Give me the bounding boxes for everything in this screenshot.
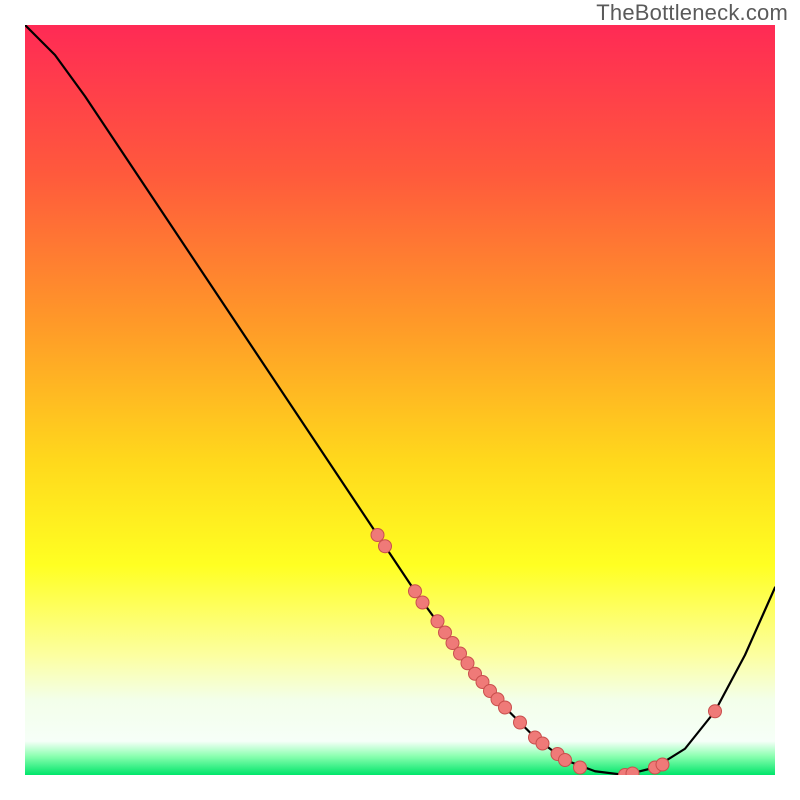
scatter-point [536,737,549,750]
scatter-point [371,529,384,542]
chart-overlay [25,25,775,775]
attribution-text: TheBottleneck.com [596,0,788,26]
scatter-point [431,615,444,628]
scatter-point [379,540,392,553]
scatter-point [626,767,639,775]
scatter-point [559,754,572,767]
scatter-point [499,701,512,714]
chart-plot-area [25,25,775,775]
chart-scatter [371,529,722,776]
scatter-point [656,758,669,771]
scatter-point [514,716,527,729]
scatter-point [709,705,722,718]
scatter-point [574,761,587,774]
scatter-point [416,596,429,609]
scatter-point [409,585,422,598]
chart-curve [25,25,775,775]
